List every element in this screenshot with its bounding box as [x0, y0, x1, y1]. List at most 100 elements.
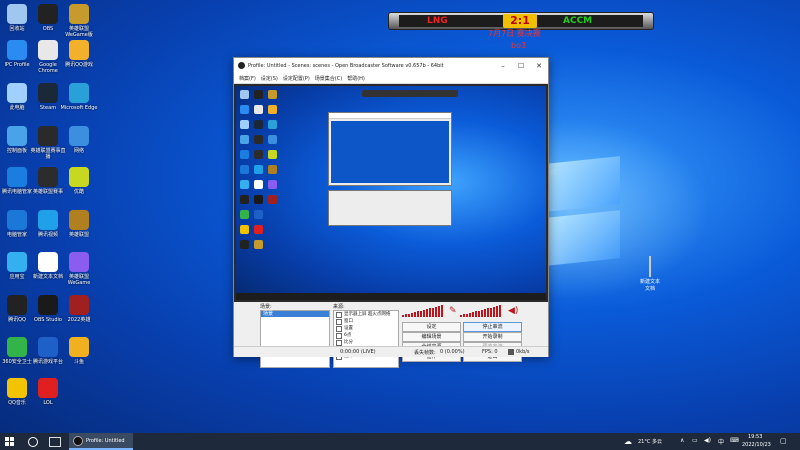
app-icon: [69, 4, 89, 24]
control-dock: 场景: 场景 来源: 显示器上屏 超火点网络 窗口 设置 6点 比分 图片2 图…: [234, 302, 548, 368]
obs-logo-icon: [238, 62, 245, 69]
weather-text[interactable]: 21°C 多云: [638, 438, 662, 445]
preview-desktop-icon: [268, 105, 277, 114]
desktop-icon-label: 优酷: [73, 189, 84, 195]
search-icon[interactable]: [28, 437, 38, 447]
app-icon: [7, 4, 27, 24]
meter-bar: [438, 306, 440, 317]
stream-status-indicator: [508, 349, 514, 355]
desktop-file-label: 新建文本文档: [639, 279, 660, 292]
app-icon: [69, 337, 89, 357]
scene-item[interactable]: 场景: [261, 311, 329, 317]
desktop-icon[interactable]: 网络: [60, 126, 98, 154]
minimize-button[interactable]: –: [494, 62, 512, 70]
desktop-icon-label: 英雄联盟 WeGame版: [65, 26, 93, 38]
app-icon: [69, 295, 89, 315]
meter-bar: [472, 312, 474, 317]
menu-profiles[interactable]: 设定配置(P): [283, 75, 310, 82]
close-button[interactable]: ✕: [530, 62, 548, 70]
clock-date[interactable]: 2022/10/23: [742, 442, 771, 448]
task-view-icon[interactable]: [49, 437, 61, 447]
checkbox[interactable]: [336, 332, 342, 339]
meter-bar: [414, 312, 416, 317]
desktop-icon[interactable]: 英雄联盟 WeGame版: [60, 4, 98, 38]
preview-desktop-icon: [254, 105, 263, 114]
meter-bar: [466, 313, 468, 317]
meter-bar: [481, 309, 483, 317]
app-icon: [69, 40, 89, 60]
taskbar-app-label: Profile: Untitled: [86, 437, 125, 444]
menu-bar: 档案(F) 设定(S) 设定配置(P) 场景集合(C) 帮助(H): [234, 73, 548, 84]
preview-desktop-icon: [254, 90, 263, 99]
start-recording-button[interactable]: 开始录制: [463, 332, 522, 342]
fps-value: FPS: 0: [482, 349, 498, 355]
stream-time: 0:00:00 (LIVE): [340, 349, 376, 355]
menu-file[interactable]: 档案(F): [239, 75, 256, 82]
app-icon: [7, 295, 27, 315]
scoreboard-subtitle: 7月7日 赛决赛: [488, 29, 541, 38]
preview-desktop-icon: [240, 240, 249, 249]
app-icon: [38, 40, 58, 60]
preview-desktop-icon: [268, 180, 277, 189]
meter-bar: [402, 315, 404, 317]
checkbox[interactable]: [336, 311, 342, 318]
menu-scene-collection[interactable]: 场景集合(C): [315, 75, 342, 82]
checkbox[interactable]: [336, 325, 342, 332]
notification-icon[interactable]: ▢: [780, 437, 787, 445]
desktop-icon[interactable]: 英雄联盟WeGame: [60, 252, 98, 286]
app-icon: [7, 83, 27, 103]
app-icon: [7, 126, 27, 146]
preview-desktop-icon: [254, 165, 263, 174]
scenes-label: 场景:: [260, 304, 272, 310]
preview-desktop-icon: [240, 135, 249, 144]
desktop-icon[interactable]: 2022英雄: [60, 295, 98, 323]
mic-volume-meter[interactable]: [402, 305, 446, 317]
meter-bar: [487, 308, 489, 317]
source-item[interactable]: 设置: [334, 325, 398, 332]
desktop-icon[interactable]: 优酷: [60, 167, 98, 195]
desktop-icon[interactable]: 腾讯QQ游戏: [60, 40, 98, 68]
keyboard-icon[interactable]: ⌨: [730, 437, 739, 444]
taskbar-app-obs[interactable]: Profile: Untitled: [69, 433, 133, 450]
maximize-button[interactable]: ☐: [512, 62, 530, 70]
desktop-icon-label: 斗鱼: [73, 359, 84, 365]
network-icon[interactable]: ▭: [692, 437, 698, 444]
speaker-icon[interactable]: ◀): [508, 306, 518, 316]
desktop-file-new-text[interactable]: 新建文本文档: [638, 256, 662, 292]
source-item[interactable]: 显示器上屏 超火点网络: [334, 311, 398, 318]
source-item[interactable]: 比分: [334, 339, 398, 346]
source-item[interactable]: 窗口: [334, 318, 398, 325]
clock-time[interactable]: 19:53: [748, 434, 762, 440]
settings-button[interactable]: 设定: [402, 322, 461, 332]
desktop-icon[interactable]: LOL: [29, 378, 67, 406]
checkbox[interactable]: [336, 339, 342, 346]
edit-scene-button[interactable]: 编辑场景: [402, 332, 461, 342]
desktop-volume-meter[interactable]: [460, 305, 504, 317]
preview-desktop-icon: [268, 120, 277, 129]
mic-icon[interactable]: ✎: [449, 306, 457, 316]
chevron-up-icon[interactable]: ∧: [680, 437, 684, 444]
desktop-icon-label: 英雄联盟: [68, 232, 89, 238]
document-icon: [649, 256, 651, 277]
volume-icon[interactable]: ◀): [704, 437, 711, 444]
preview-desktop-icon: [240, 195, 249, 204]
desktop-icon[interactable]: Microsoft Edge: [60, 83, 98, 111]
windows-start-icon[interactable]: [5, 437, 14, 446]
sources-list[interactable]: 显示器上屏 超火点网络 窗口 设置 6点 比分 图片2 图片1: [333, 310, 399, 368]
stop-stream-button[interactable]: 停止串流: [463, 322, 522, 332]
source-item[interactable]: 6点: [334, 332, 398, 339]
menu-help[interactable]: 帮助(H): [347, 75, 365, 82]
audio-mixer: ✎ ◀): [402, 302, 522, 322]
preview-desktop-icon: [254, 195, 263, 204]
meter-bar: [420, 310, 422, 317]
obs-window[interactable]: Profile: Untitled - Scenes: scenes - Ope…: [233, 57, 549, 368]
title-bar[interactable]: Profile: Untitled - Scenes: scenes - Ope…: [234, 58, 548, 73]
input-method-icon[interactable]: 中: [718, 437, 724, 446]
menu-settings[interactable]: 设定(S): [261, 75, 278, 82]
app-icon: [69, 126, 89, 146]
checkbox[interactable]: [336, 318, 342, 325]
desktop-icon[interactable]: 英雄联盟: [60, 210, 98, 238]
desktop-icon[interactable]: 斗鱼: [60, 337, 98, 365]
taskbar: Profile: Untitled ☁ 21°C 多云 ∧ ▭ ◀) 中 ⌨ 1…: [0, 433, 800, 450]
scenes-list[interactable]: 场景: [260, 310, 330, 368]
